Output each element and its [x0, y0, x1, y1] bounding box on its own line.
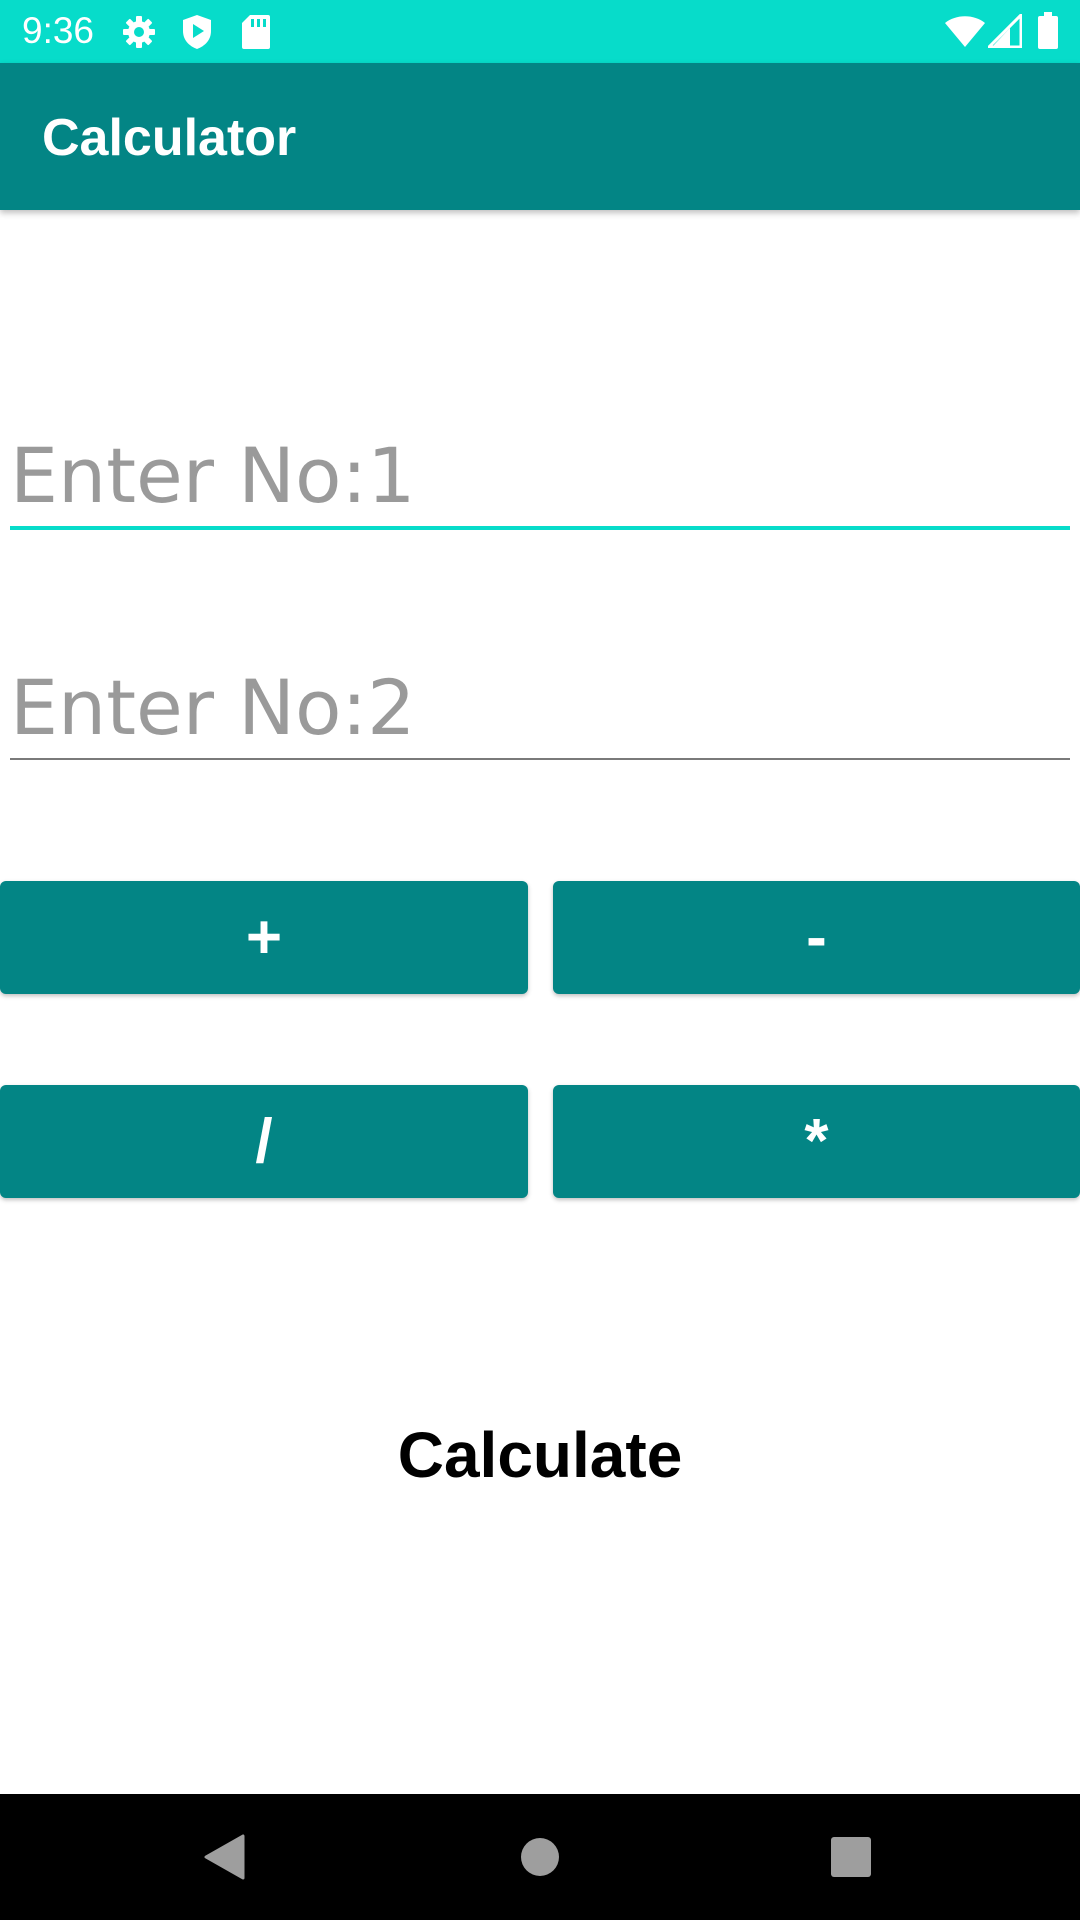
number2-underline [10, 758, 1070, 760]
number2-input[interactable] [10, 657, 1070, 757]
calculate-button[interactable]: Calculate [340, 1400, 740, 1510]
app-bar: Calculator [0, 63, 1080, 210]
add-button[interactable]: + [0, 881, 528, 994]
signal-icon [985, 11, 1023, 53]
number1-underline [10, 526, 1070, 530]
multiply-button[interactable]: * [553, 1085, 1080, 1198]
subtract-button[interactable]: - [553, 881, 1080, 994]
divide-button[interactable]: / [0, 1085, 528, 1198]
home-icon[interactable] [519, 1836, 561, 1883]
status-time: 9:36 [22, 10, 95, 51]
number1-field [10, 425, 1070, 535]
shield-play-icon [181, 14, 213, 55]
navigation-bar [0, 1794, 1080, 1920]
battery-icon [1037, 12, 1059, 55]
status-bar: 9:36 [0, 0, 1080, 63]
back-icon[interactable] [203, 1834, 245, 1885]
recents-icon[interactable] [830, 1836, 872, 1883]
number1-input[interactable] [10, 425, 1070, 525]
number2-field [10, 657, 1070, 767]
app-title: Calculator [42, 109, 297, 167]
sd-card-icon [241, 14, 271, 55]
settings-icon [121, 14, 157, 55]
wifi-icon [944, 14, 986, 53]
